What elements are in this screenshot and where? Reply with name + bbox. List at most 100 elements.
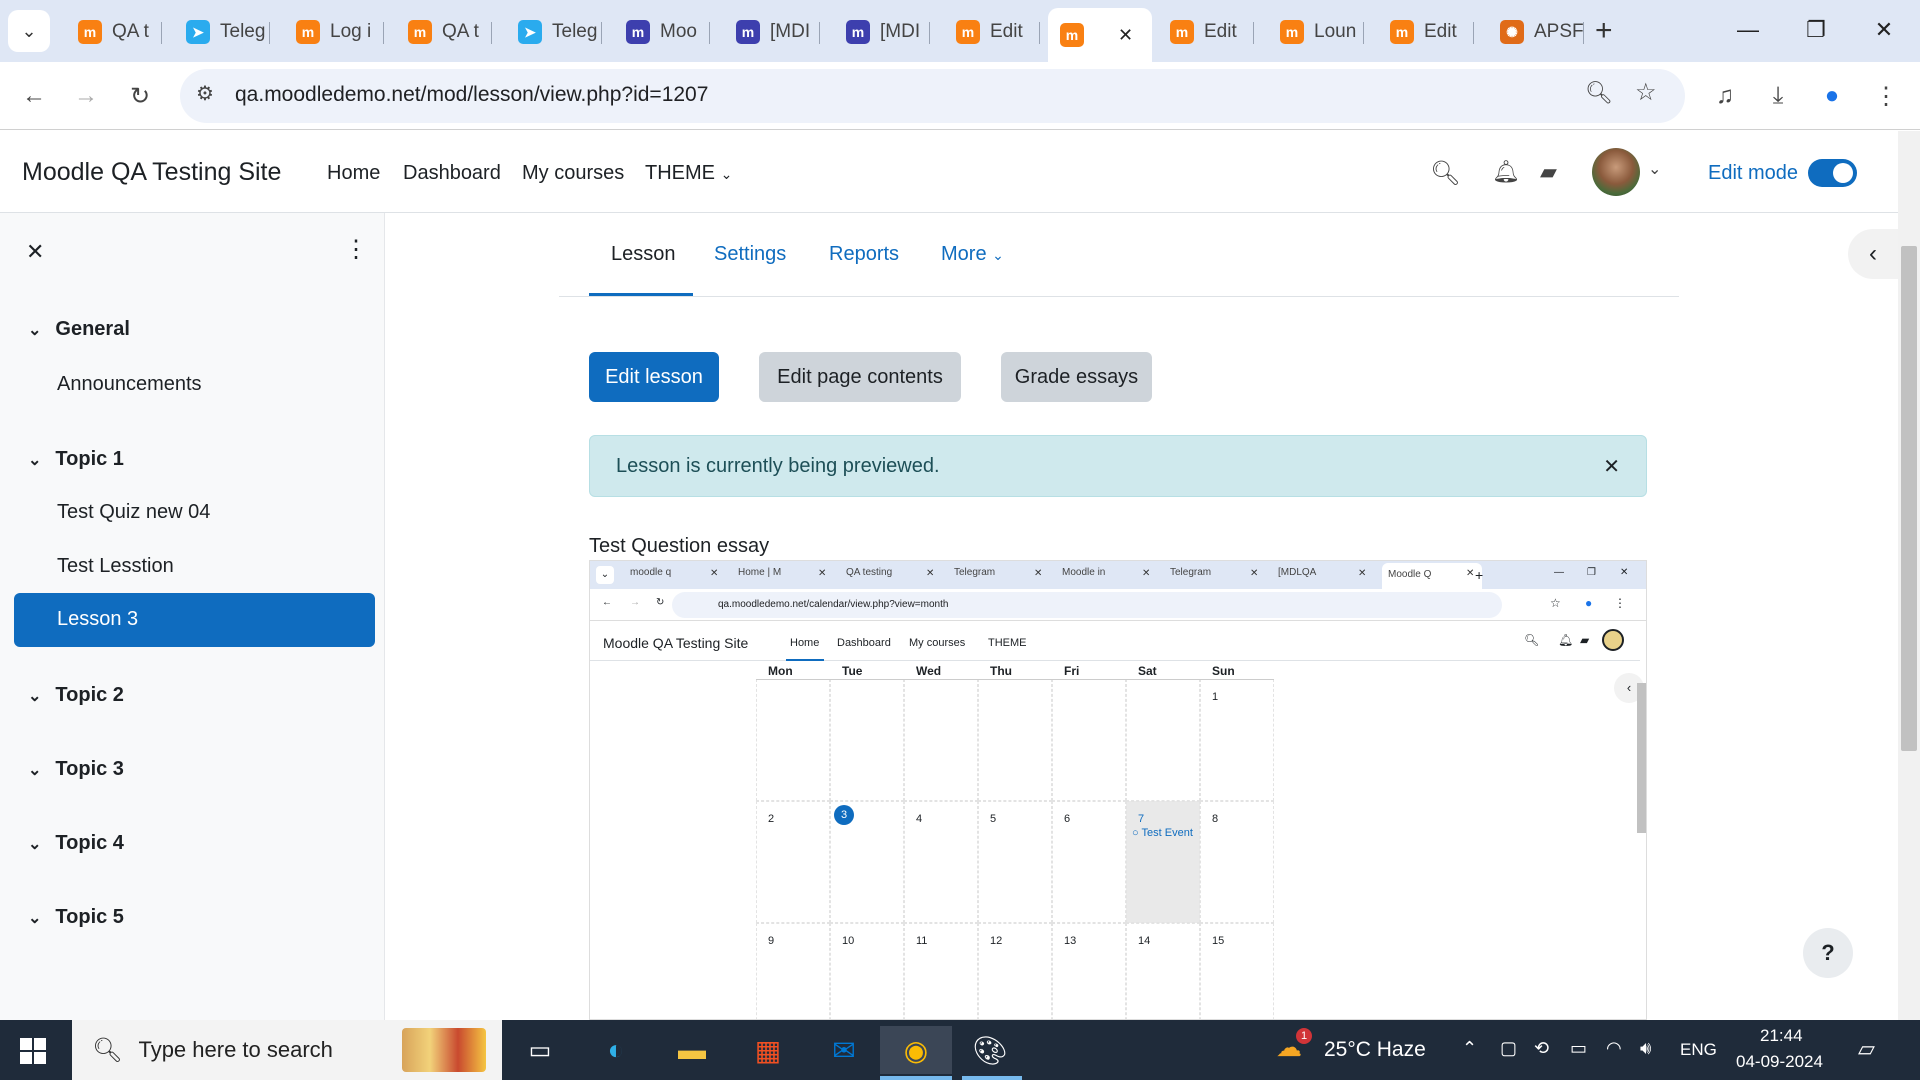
section-topic-4[interactable]: ⌄ Topic 4 bbox=[28, 832, 124, 855]
meet-now-icon[interactable]: ▢ bbox=[1500, 1038, 1517, 1059]
battery-icon[interactable]: ▭ bbox=[1570, 1038, 1587, 1059]
url-text[interactable]: qa.moodledemo.net/mod/lesson/view.php?id… bbox=[235, 83, 708, 107]
user-menu-chevron-icon[interactable]: ⌄ bbox=[1648, 159, 1661, 179]
section-topic-5[interactable]: ⌄ Topic 5 bbox=[28, 906, 124, 929]
scrollbar-thumb[interactable] bbox=[1901, 246, 1917, 751]
browser-tab[interactable]: m Edit bbox=[1158, 10, 1254, 54]
close-alert-icon[interactable]: ✕ bbox=[1603, 454, 1620, 479]
section-topic-2[interactable]: ⌄ Topic 2 bbox=[28, 684, 124, 707]
nav-dashboard[interactable]: Dashboard bbox=[403, 162, 501, 185]
minimize-button[interactable]: — bbox=[1714, 0, 1782, 60]
browser-tab[interactable]: m [MDI bbox=[724, 10, 820, 54]
avatar[interactable] bbox=[1592, 148, 1640, 196]
restore-button[interactable]: ❐ bbox=[1782, 0, 1850, 60]
calendar-cell bbox=[830, 679, 904, 801]
wifi-icon[interactable]: ◠ bbox=[1606, 1038, 1622, 1059]
nav-theme[interactable]: THEME ⌄ bbox=[645, 162, 732, 185]
back-icon[interactable]: ← bbox=[12, 74, 56, 118]
weather-badge: 1 bbox=[1296, 1028, 1312, 1044]
browser-tab[interactable]: m Moo bbox=[614, 10, 710, 54]
bookmark-star-icon[interactable]: ☆ bbox=[1635, 78, 1657, 107]
grade-essays-button[interactable]: Grade essays bbox=[1001, 352, 1152, 402]
notification-bell-icon[interactable]: 🔔︎ bbox=[1492, 159, 1520, 185]
media-control-icon[interactable]: ♫ bbox=[1703, 74, 1747, 118]
address-bar[interactable]: ⚙ qa.moodledemo.net/mod/lesson/view.php?… bbox=[180, 69, 1685, 123]
browser-tab[interactable]: ➤ Teleg bbox=[174, 10, 270, 54]
browser-tab[interactable]: m Loun bbox=[1268, 10, 1364, 54]
section-general[interactable]: ⌄ General bbox=[28, 318, 130, 341]
language-indicator[interactable]: ENG bbox=[1680, 1040, 1717, 1060]
course-index-drawer: ✕ ⋮ ⌄ General Announcements ⌄ Topic 1 Test… bbox=[0, 213, 385, 1020]
browser-tab[interactable]: m ✕ bbox=[1048, 8, 1152, 62]
taskbar-search-box[interactable]: 🔍︎ Type here to search bbox=[72, 1020, 502, 1080]
activity-announcements[interactable]: Announcements bbox=[57, 373, 202, 396]
file-explorer-icon[interactable]: ▬ bbox=[664, 1026, 720, 1074]
nav-my-courses[interactable]: My courses bbox=[522, 162, 624, 185]
chrome-icon[interactable]: ◉ bbox=[880, 1026, 952, 1074]
browser-tab[interactable]: ➤ Teleg bbox=[506, 10, 602, 54]
calendar-day-header: Thu bbox=[990, 664, 1012, 678]
drawer-menu-icon[interactable]: ⋮ bbox=[344, 235, 368, 264]
profile-icon[interactable]: ● bbox=[1810, 74, 1854, 118]
edit-mode-toggle[interactable] bbox=[1808, 159, 1857, 187]
main-content: Lesson Settings Reports More ⌄ Edit less… bbox=[385, 213, 1895, 1020]
paint-icon[interactable]: 🎨︎ bbox=[962, 1026, 1018, 1074]
site-name[interactable]: Moodle QA Testing Site bbox=[22, 158, 281, 187]
tab-more[interactable]: More ⌄ bbox=[941, 243, 1004, 266]
close-window-button[interactable]: ✕ bbox=[1850, 0, 1918, 60]
activity-test-lesstion[interactable]: Test Lesstion bbox=[57, 555, 174, 578]
messages-icon[interactable]: ▰ bbox=[1540, 159, 1557, 185]
clock-time[interactable]: 21:44 bbox=[1760, 1026, 1803, 1046]
tab-settings[interactable]: Settings bbox=[714, 243, 786, 266]
show-hidden-icons[interactable]: ⌃ bbox=[1462, 1038, 1477, 1059]
site-info-icon[interactable]: ⚙ bbox=[196, 81, 214, 106]
tab-search-button[interactable]: ⌄ bbox=[8, 10, 50, 52]
calendar-day-number: 11 bbox=[916, 935, 928, 947]
embedded-tab-close-icon: ✕ bbox=[710, 568, 719, 579]
volume-icon[interactable]: 🔊︎ bbox=[1640, 1038, 1651, 1059]
clock-date[interactable]: 04-09-2024 bbox=[1736, 1052, 1823, 1072]
activity-test-quiz[interactable]: Test Quiz new 04 bbox=[57, 501, 210, 524]
tab-lesson[interactable]: Lesson bbox=[611, 243, 676, 266]
section-topic-1[interactable]: ⌄ Topic 1 bbox=[28, 448, 124, 471]
weather-text[interactable]: 25°C Haze bbox=[1324, 1038, 1426, 1062]
activity-lesson-3-active[interactable]: Lesson 3 bbox=[14, 593, 375, 647]
browser-tab[interactable]: m Edit bbox=[944, 10, 1040, 54]
new-tab-button[interactable]: + bbox=[1595, 14, 1613, 48]
preview-alert: Lesson is currently being previewed. ✕ bbox=[589, 435, 1647, 497]
nav-home[interactable]: Home bbox=[327, 162, 380, 185]
forward-icon[interactable]: → bbox=[64, 74, 108, 118]
close-drawer-icon[interactable]: ✕ bbox=[26, 239, 44, 265]
browser-tab[interactable]: m [MDI bbox=[834, 10, 930, 54]
block-drawer-toggle-icon[interactable]: ‹ bbox=[1848, 229, 1898, 279]
edit-lesson-button[interactable]: Edit lesson bbox=[589, 352, 719, 402]
page-scrollbar[interactable] bbox=[1898, 131, 1920, 1020]
moodle-hat-icon: m bbox=[1390, 20, 1414, 44]
section-topic-3[interactable]: ⌄ Topic 3 bbox=[28, 758, 124, 781]
close-tab-icon[interactable]: ✕ bbox=[1118, 25, 1133, 46]
zoom-icon[interactable]: 🔍︎ bbox=[1585, 80, 1613, 106]
windows-start-icon[interactable] bbox=[20, 1038, 46, 1064]
browser-menu-icon[interactable]: ⋮ bbox=[1864, 74, 1908, 118]
browser-tab[interactable]: m Log i bbox=[284, 10, 384, 54]
apsf-icon: ✺ bbox=[1500, 20, 1524, 44]
task-view-icon[interactable]: ▭ bbox=[512, 1026, 568, 1074]
moodle-icon: m bbox=[78, 20, 102, 44]
browser-tab[interactable]: m QA t bbox=[66, 10, 162, 54]
notifications-icon[interactable]: ▱ bbox=[1858, 1036, 1875, 1062]
microsoft-store-icon[interactable]: ▦ bbox=[740, 1026, 796, 1074]
download-icon[interactable]: ⤓ bbox=[1756, 74, 1800, 118]
browser-tab[interactable]: m QA t bbox=[396, 10, 492, 54]
mail-icon[interactable]: ✉ bbox=[816, 1026, 872, 1074]
embedded-tab-close-icon: ✕ bbox=[926, 568, 935, 579]
help-button[interactable]: ? bbox=[1803, 928, 1853, 978]
browser-tab[interactable]: ✺ APSF bbox=[1488, 10, 1584, 54]
sync-icon[interactable]: ⟲ bbox=[1534, 1038, 1549, 1059]
reload-icon[interactable]: ↻ bbox=[118, 74, 162, 118]
moodle-icon: m bbox=[408, 20, 432, 44]
edit-page-contents-button[interactable]: Edit page contents bbox=[759, 352, 961, 402]
tab-reports[interactable]: Reports bbox=[829, 243, 899, 266]
search-icon[interactable]: 🔍︎ bbox=[1430, 159, 1460, 188]
browser-tab[interactable]: m Edit bbox=[1378, 10, 1474, 54]
edge-icon[interactable]: ◐ bbox=[588, 1026, 644, 1074]
